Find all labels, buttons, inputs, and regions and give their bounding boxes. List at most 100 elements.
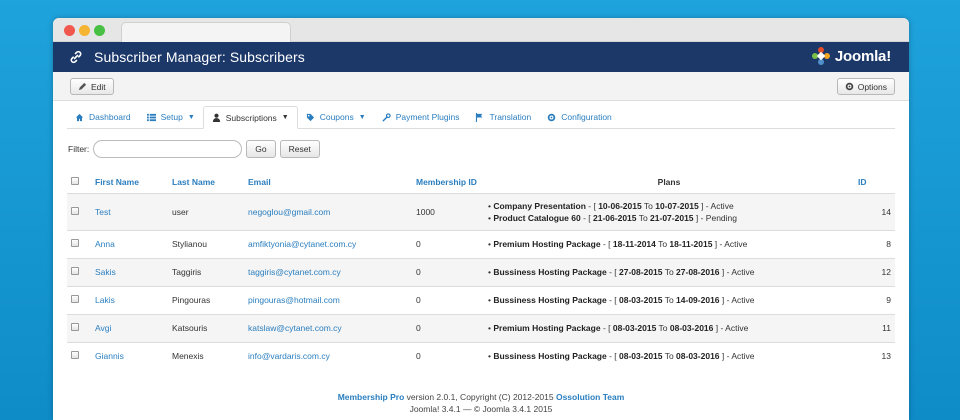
row-checkbox[interactable] bbox=[71, 351, 79, 360]
email-link[interactable]: negoglou@gmail.com bbox=[244, 192, 412, 230]
chevron-down-icon: ▼ bbox=[358, 113, 366, 121]
plan-to-word: To bbox=[662, 295, 677, 305]
edit-button[interactable]: Edit bbox=[70, 78, 114, 95]
row-checkbox[interactable] bbox=[71, 295, 79, 303]
plan-entry: • Bussiness Hosting Package - [ 08-03-20… bbox=[488, 351, 755, 362]
tab-subscriptions-label: Subscriptions bbox=[225, 112, 277, 123]
row-checkbox[interactable] bbox=[71, 239, 79, 247]
go-button[interactable]: Go bbox=[246, 140, 276, 158]
tag-icon bbox=[306, 113, 314, 121]
page-header: Subscriber Manager: Subscribers Joomla! bbox=[53, 42, 909, 72]
plans-cell: • Bussiness Hosting Package - [ 08-03-20… bbox=[484, 341, 854, 370]
tab-setup[interactable]: Setup ▼ bbox=[139, 106, 203, 128]
plan-to-word: To bbox=[641, 200, 656, 211]
reset-button[interactable]: Reset bbox=[279, 140, 320, 158]
page-title: Subscriber Manager: Subscribers bbox=[94, 49, 305, 65]
tab-subscriptions[interactable]: Subscriptions ▼ bbox=[202, 106, 298, 129]
close-window-button[interactable] bbox=[64, 25, 75, 36]
tab-payment-plugins[interactable]: Payment Plugins bbox=[374, 106, 468, 128]
column-header-plans: Plans bbox=[657, 176, 681, 187]
tab-dashboard[interactable]: Dashboard bbox=[67, 106, 139, 128]
tab-configuration-label: Configuration bbox=[561, 112, 612, 122]
subscribers-table: First Name Last Name Email Membership ID… bbox=[67, 159, 895, 370]
email-link[interactable]: taggiris@cytanet.com.cy bbox=[244, 257, 412, 286]
row-checkbox[interactable] bbox=[71, 323, 79, 331]
email-link[interactable]: info@vardaris.com.cy bbox=[244, 341, 412, 370]
tab-payment-plugins-label: Payment Plugins bbox=[395, 112, 460, 122]
plans-cell: • Bussiness Hosting Package - [ 27-08-20… bbox=[484, 257, 854, 286]
column-header-membership-id[interactable]: Membership ID bbox=[412, 159, 484, 193]
last-name-cell: Katsouris bbox=[168, 313, 244, 342]
column-header-first-name[interactable]: First Name bbox=[91, 159, 168, 193]
plan-to-word: To bbox=[662, 267, 677, 277]
id-cell: 13 bbox=[854, 341, 895, 370]
footer-line-1: Membership Pro version 2.0.1, Copyright … bbox=[53, 391, 909, 403]
plans-cell: • Premium Hosting Package - [ 18-11-2014… bbox=[484, 229, 854, 258]
row-checkbox[interactable] bbox=[71, 206, 79, 215]
first-name-link[interactable]: Anna bbox=[91, 229, 168, 258]
plan-to-date: 10-07-2015 bbox=[655, 200, 699, 211]
column-header-email[interactable]: Email bbox=[244, 159, 412, 193]
tab-translation[interactable]: Translation bbox=[467, 106, 539, 128]
plan-name: Premium Hosting Package bbox=[493, 323, 601, 333]
email-link[interactable]: katslaw@cytanet.com.cy bbox=[244, 313, 412, 342]
email-link[interactable]: pingouras@hotmail.com bbox=[244, 285, 412, 314]
maximize-window-button[interactable] bbox=[94, 25, 105, 36]
plan-status: ] - Active bbox=[719, 295, 755, 305]
options-button[interactable]: Options bbox=[836, 78, 895, 95]
first-name-link[interactable]: Giannis bbox=[91, 341, 168, 370]
table-row: Giannis Menexis info@vardaris.com.cy 0 • Bus… bbox=[67, 341, 895, 370]
plan-from-date: 10-06-2015 bbox=[598, 200, 642, 211]
toolbar: Edit Options bbox=[53, 72, 909, 101]
plan-to-word: To bbox=[656, 323, 670, 333]
membership-id-cell: 0 bbox=[412, 285, 484, 314]
plan-name: Company Presentation bbox=[493, 200, 586, 211]
plan-from-date: 08-03-2015 bbox=[619, 295, 663, 305]
minimize-window-button[interactable] bbox=[79, 25, 90, 36]
chevron-down-icon: ▼ bbox=[281, 114, 289, 121]
filter-bar: Filter: Go Reset bbox=[68, 140, 320, 158]
row-select-cell bbox=[67, 341, 91, 370]
first-name-link[interactable]: Test bbox=[91, 192, 168, 230]
row-select-cell bbox=[67, 229, 91, 258]
plan-dash: - [ bbox=[585, 200, 599, 211]
membership-id-cell: 1000 bbox=[412, 192, 484, 230]
first-name-link[interactable]: Lakis bbox=[91, 285, 168, 314]
flag-icon bbox=[476, 112, 483, 122]
row-select-cell bbox=[67, 285, 91, 314]
membership-id-cell: 0 bbox=[412, 229, 484, 258]
column-header-last-name[interactable]: Last Name bbox=[168, 159, 244, 193]
footer-version-text: version 2.0.1, Copyright (C) 2012-2015 bbox=[404, 392, 556, 402]
first-name-link[interactable]: Avgi bbox=[91, 313, 168, 342]
plan-to-date: 21-07-2015 bbox=[650, 212, 694, 223]
select-all-checkbox[interactable] bbox=[71, 176, 79, 185]
plan-name: Bussiness Hosting Package bbox=[493, 351, 607, 362]
plan-status: ] - Pending bbox=[693, 212, 738, 223]
row-checkbox[interactable] bbox=[71, 267, 79, 275]
membership-pro-link[interactable]: Membership Pro bbox=[338, 392, 405, 402]
column-header-id[interactable]: ID bbox=[854, 159, 895, 193]
joomla-logo-text: Joomla! bbox=[834, 47, 891, 65]
tab-configuration[interactable]: Configuration bbox=[539, 106, 620, 128]
filter-search-input[interactable] bbox=[93, 140, 243, 158]
ossolution-team-link[interactable]: Ossolution Team bbox=[556, 392, 624, 402]
row-select-cell bbox=[67, 192, 91, 230]
plan-status: ] - Active bbox=[698, 200, 734, 211]
plan-from-date: 08-03-2015 bbox=[612, 323, 657, 333]
plan-to-date: 08-03-2016 bbox=[676, 351, 720, 362]
id-cell: 9 bbox=[854, 285, 895, 314]
joomla-logo-icon bbox=[811, 47, 830, 65]
tab-coupons[interactable]: Coupons ▼ bbox=[298, 106, 374, 128]
table-row: Anna Stylianou amfiktyonia@cytanet.com.cy 0… bbox=[67, 229, 895, 258]
email-link[interactable]: amfiktyonia@cytanet.com.cy bbox=[244, 229, 412, 258]
plan-dash: - [ bbox=[606, 267, 620, 277]
id-cell: 14 bbox=[854, 192, 895, 230]
plan-dash: - [ bbox=[600, 239, 613, 249]
browser-tab[interactable] bbox=[121, 22, 291, 43]
plan-from-date: 08-03-2015 bbox=[619, 351, 663, 362]
plan-to-date: 08-03-2016 bbox=[669, 323, 714, 333]
first-name-link[interactable]: Sakis bbox=[91, 257, 168, 286]
table-row: Sakis Taggiris taggiris@cytanet.com.cy 0 • B… bbox=[67, 257, 895, 286]
edit-icon bbox=[78, 82, 87, 91]
browser-chrome bbox=[53, 18, 909, 43]
